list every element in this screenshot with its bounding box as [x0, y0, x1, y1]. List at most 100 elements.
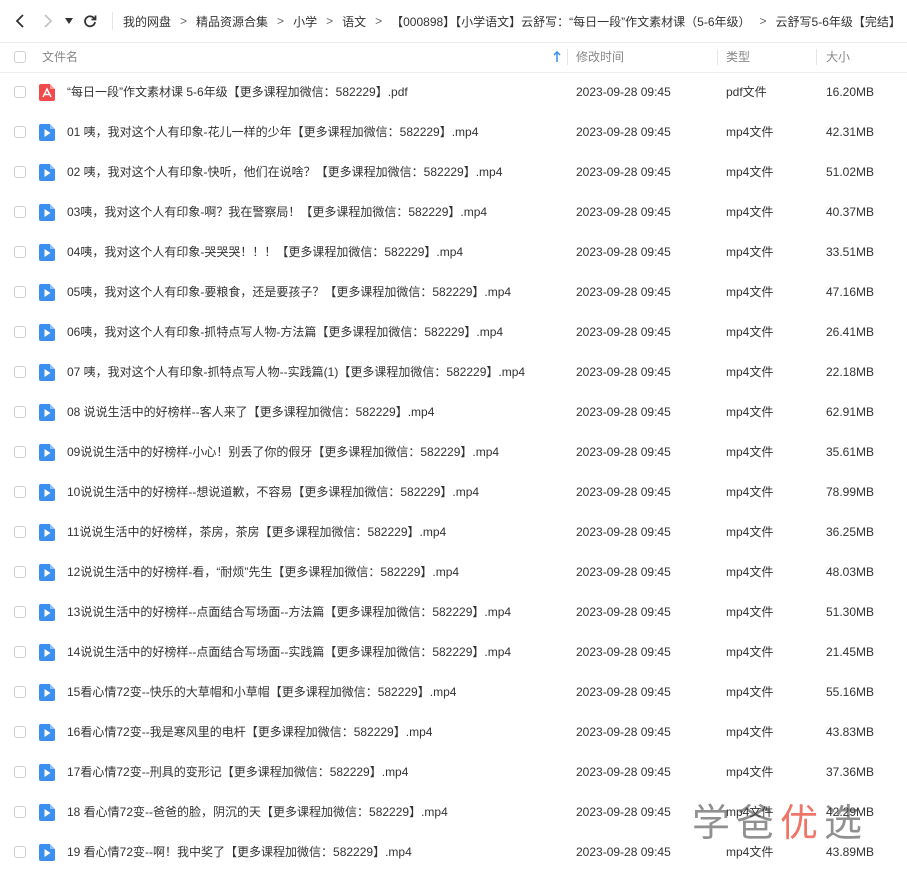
file-name: 07 咦，我对这个人有印象-抓特点写人物--实践篇(1)【更多课程加微信：582… — [67, 365, 526, 379]
sort-ascending-icon[interactable] — [553, 51, 561, 63]
breadcrumb-item[interactable]: 小学 — [293, 13, 317, 30]
file-type: mp4文件 — [726, 445, 774, 459]
file-name: 01 咦，我对这个人有印象-花儿一样的少年【更多课程加微信：582229】.mp… — [67, 125, 479, 139]
row-checkbox[interactable] — [14, 686, 26, 698]
table-row[interactable]: 09说说生活中的好榜样-小心！别丢了你的假牙【更多课程加微信：582229】.m… — [0, 432, 907, 472]
column-header-size[interactable]: 大小 — [826, 42, 850, 72]
table-row[interactable]: 12说说生活中的好榜样-看，“耐烦”先生【更多课程加微信：582229】.mp4… — [0, 552, 907, 592]
file-modified-date: 2023-09-28 09:45 — [576, 565, 671, 579]
breadcrumb-item[interactable]: 【000898】【小学语文】云舒写：“每日一段”作文素材课（5-6年级） — [391, 13, 750, 30]
column-header-name[interactable]: 文件名 — [42, 42, 78, 72]
history-dropdown[interactable] — [62, 0, 76, 42]
row-checkbox[interactable] — [14, 246, 26, 258]
table-row[interactable]: 14说说生活中的好榜样--点面结合写场面--实践篇【更多课程加微信：582229… — [0, 632, 907, 672]
breadcrumb-separator: > — [326, 14, 334, 28]
table-row[interactable]: 04咦，我对这个人有印象-哭哭哭！！！【更多课程加微信：582229】.mp4 2… — [0, 232, 907, 272]
row-checkbox[interactable] — [14, 406, 26, 418]
table-row[interactable]: 07 咦，我对这个人有印象-抓特点写人物--实践篇(1)【更多课程加微信：582… — [0, 352, 907, 392]
column-divider[interactable] — [717, 49, 718, 65]
row-checkbox[interactable] — [14, 326, 26, 338]
file-size: 51.02MB — [826, 165, 875, 179]
row-checkbox[interactable] — [14, 366, 26, 378]
table-row[interactable]: 17看心情72变--刑具的变形记【更多课程加微信：582229】.mp4 2023… — [0, 752, 907, 792]
table-row[interactable]: 13说说生活中的好榜样--点面结合写场面--方法篇【更多课程加微信：582229… — [0, 592, 907, 632]
row-checkbox[interactable] — [14, 806, 26, 818]
row-checkbox[interactable] — [14, 86, 26, 98]
table-row[interactable]: 10说说生活中的好榜样--想说道歉，不容易【更多课程加微信：582229】.mp… — [0, 472, 907, 512]
video-icon — [39, 204, 55, 221]
file-name: 05咦，我对这个人有印象-要粮食，还是要孩子？【更多课程加微信：582229】.… — [67, 285, 512, 299]
row-checkbox[interactable] — [14, 646, 26, 658]
back-button[interactable] — [8, 0, 32, 42]
table-row[interactable]: 08 说说生活中的好榜样--客人来了【更多课程加微信：582229】.mp4 20… — [0, 392, 907, 432]
table-row[interactable]: 11说说生活中的好榜样，茶房，茶房【更多课程加微信：582229】.mp4 202… — [0, 512, 907, 552]
table-row[interactable]: 06咦，我对这个人有印象-抓特点写人物-方法篇【更多课程加微信：582229】.… — [0, 312, 907, 352]
file-modified-date: 2023-09-28 09:45 — [576, 85, 671, 99]
breadcrumb-item[interactable]: 精品资源合集 — [196, 13, 268, 30]
breadcrumb-item[interactable]: 我的网盘 — [123, 13, 171, 30]
breadcrumb-item[interactable]: 语文 — [342, 13, 366, 30]
file-name: 02 咦，我对这个人有印象-快听，他们在说啥？【更多课程加微信：582229】.… — [67, 165, 503, 179]
row-checkbox[interactable] — [14, 126, 26, 138]
video-icon — [39, 404, 55, 421]
row-checkbox[interactable] — [14, 606, 26, 618]
column-header-type[interactable]: 类型 — [726, 42, 750, 72]
breadcrumb-item[interactable]: 云舒写5-6年级【完结】 — [776, 13, 901, 30]
refresh-button[interactable] — [78, 0, 102, 42]
table-row[interactable]: 15看心情72变--快乐的大草帽和小草帽【更多课程加微信：582229】.mp4… — [0, 672, 907, 712]
row-checkbox[interactable] — [14, 526, 26, 538]
table-row[interactable]: “每日一段”作文素材课 5-6年级【更多课程加微信：582229】.pdf 202… — [0, 72, 907, 112]
file-name: 19 看心情72变--啊！我中奖了【更多课程加微信：582229】.mp4 — [67, 845, 412, 859]
table-row[interactable]: 01 咦，我对这个人有印象-花儿一样的少年【更多课程加微信：582229】.mp… — [0, 112, 907, 152]
column-header-modified[interactable]: 修改时间 — [576, 42, 624, 72]
file-modified-date: 2023-09-28 09:45 — [576, 405, 671, 419]
column-divider[interactable] — [567, 49, 568, 65]
caret-down-icon — [65, 18, 73, 24]
row-checkbox[interactable] — [14, 566, 26, 578]
file-type: mp4文件 — [726, 245, 774, 259]
forward-button[interactable] — [36, 0, 60, 42]
video-icon — [39, 124, 55, 141]
file-type: mp4文件 — [726, 765, 774, 779]
file-name: 04咦，我对这个人有印象-哭哭哭！！！【更多课程加微信：582229】.mp4 — [67, 245, 464, 259]
row-checkbox[interactable] — [14, 486, 26, 498]
column-divider[interactable] — [816, 49, 817, 65]
file-modified-date: 2023-09-28 09:45 — [576, 725, 671, 739]
file-size: 62.91MB — [826, 405, 875, 419]
table-row[interactable]: 03咦，我对这个人有印象-啊？我在警察局！【更多课程加微信：582229】.mp… — [0, 192, 907, 232]
video-icon — [39, 324, 55, 341]
row-checkbox[interactable] — [14, 206, 26, 218]
watermark-text: 选 — [824, 801, 869, 845]
row-checkbox[interactable] — [14, 446, 26, 458]
file-modified-date: 2023-09-28 09:45 — [576, 485, 671, 499]
video-icon — [39, 684, 55, 701]
toolbar-divider — [112, 12, 113, 30]
row-checkbox[interactable] — [14, 726, 26, 738]
table-row[interactable]: 16看心情72变--我是寒风里的电杆【更多课程加微信：582229】.mp4 20… — [0, 712, 907, 752]
file-name: 13说说生活中的好榜样--点面结合写场面--方法篇【更多课程加微信：582229… — [67, 605, 512, 619]
watermark-logo: 学爸优选 — [692, 792, 868, 847]
table-row[interactable]: 02 咦，我对这个人有印象-快听，他们在说啥？【更多课程加微信：582229】.… — [0, 152, 907, 192]
file-name: 08 说说生活中的好榜样--客人来了【更多课程加微信：582229】.mp4 — [67, 405, 435, 419]
file-modified-date: 2023-09-28 09:45 — [576, 325, 671, 339]
select-all-checkbox[interactable] — [14, 51, 26, 63]
watermark-highlight: 优 — [780, 801, 825, 845]
file-modified-date: 2023-09-28 09:45 — [576, 605, 671, 619]
file-size: 35.61MB — [826, 445, 875, 459]
video-icon — [39, 604, 55, 621]
row-checkbox[interactable] — [14, 286, 26, 298]
video-icon — [39, 444, 55, 461]
row-checkbox[interactable] — [14, 846, 26, 858]
file-size: 51.30MB — [826, 605, 875, 619]
file-modified-date: 2023-09-28 09:45 — [576, 765, 671, 779]
file-type: mp4文件 — [726, 165, 774, 179]
table-row[interactable]: 05咦，我对这个人有印象-要粮食，还是要孩子？【更多课程加微信：582229】.… — [0, 272, 907, 312]
file-name: 18 看心情72变--爸爸的脸，阴沉的天【更多课程加微信：582229】.mp4 — [67, 805, 448, 819]
file-size: 55.16MB — [826, 685, 875, 699]
file-type: mp4文件 — [726, 645, 774, 659]
row-checkbox[interactable] — [14, 166, 26, 178]
row-checkbox[interactable] — [14, 766, 26, 778]
refresh-icon — [84, 15, 97, 28]
file-type: mp4文件 — [726, 285, 774, 299]
video-icon — [39, 844, 55, 861]
